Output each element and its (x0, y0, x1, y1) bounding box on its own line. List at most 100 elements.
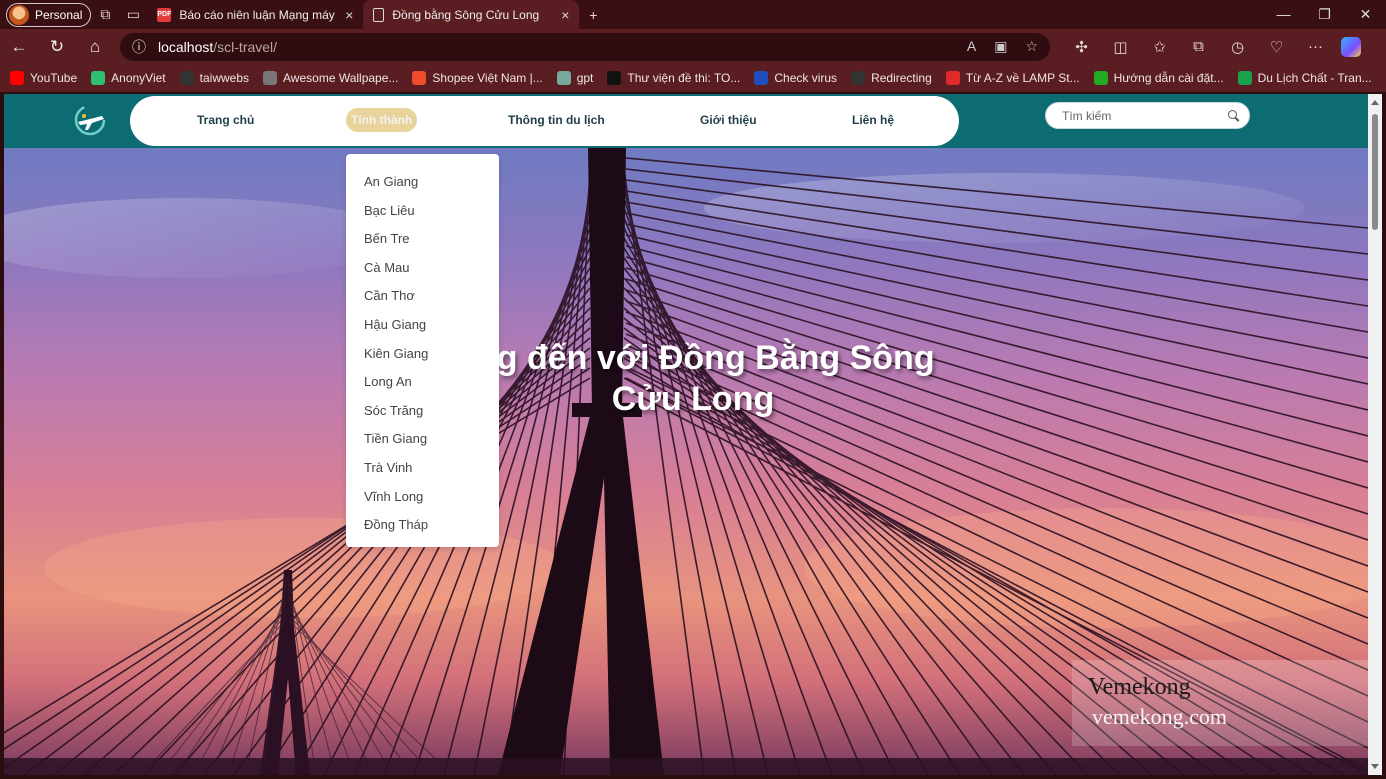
bookmark-label: Redirecting (871, 71, 932, 85)
scroll-down-icon[interactable] (1371, 764, 1379, 769)
hero-title-line1: ững đến với Đồng Bằng Sông (451, 339, 935, 377)
bookmark-label: YouTube (30, 71, 78, 85)
province-item[interactable]: Bạc Liêu (346, 197, 499, 226)
province-item[interactable]: Long An (346, 368, 499, 397)
minimize-icon[interactable]: — (1263, 6, 1304, 23)
favorites-icon[interactable]: ✩ (1140, 38, 1179, 56)
bookmark-item[interactable]: Awesome Wallpape... (263, 71, 398, 85)
bookmark-favicon-icon (263, 71, 278, 85)
bookmark-label: AnonyViet (111, 71, 166, 85)
tab-title: Đồng bằng Sông Cửu Long (392, 7, 540, 22)
bookmark-favicon-icon (607, 71, 622, 85)
bookmark-favicon-icon (1093, 71, 1108, 85)
bookmark-item[interactable]: AnonyViet (91, 71, 166, 85)
refresh-icon[interactable]: ↻ (38, 32, 76, 62)
bookmark-item[interactable]: Từ A-Z về LAMP St... (945, 71, 1080, 85)
copilot-icon[interactable] (1341, 36, 1361, 57)
read-aloud-icon[interactable]: A (967, 38, 976, 55)
favorite-star-icon[interactable]: ☆ (1025, 38, 1038, 55)
plane-logo-icon[interactable] (72, 102, 108, 138)
close-icon[interactable]: × (345, 7, 353, 23)
extensions-icon[interactable]: ✣ (1062, 38, 1101, 56)
bookmark-favicon-icon (556, 71, 571, 85)
scrollbar-thumb[interactable] (1372, 114, 1378, 230)
bookmark-label: Shopee Việt Nam |... (432, 71, 543, 85)
bookmark-favicon-icon (851, 71, 866, 85)
bookmark-favicon-icon (945, 71, 960, 85)
search-icon[interactable] (1228, 110, 1239, 121)
search-input[interactable] (1062, 108, 1222, 123)
tab-scl-travel[interactable]: Đồng bằng Sông Cửu Long × (363, 0, 580, 29)
back-icon[interactable]: ← (0, 32, 38, 62)
bookmark-item[interactable]: Thư viện đề thi: TO... (607, 71, 740, 85)
bookmark-favicon-icon (412, 71, 427, 85)
bookmark-item[interactable]: Shopee Việt Nam |... (412, 71, 543, 85)
hero-title: ững đến với Đồng Bằng Sông Cửu Long (4, 338, 1368, 420)
nav-home[interactable]: Trang chủ (197, 113, 254, 127)
province-item[interactable]: Kiên Giang (346, 340, 499, 369)
tab-report[interactable]: PDF Báo cáo niên luận Mạng máy tính × (147, 0, 363, 29)
more-menu-icon[interactable]: ··· (1296, 38, 1335, 56)
profile-label: Personal (35, 7, 83, 22)
bookmark-label: Thư viện đề thi: TO... (627, 71, 741, 85)
split-screen-icon[interactable]: ◫ (1101, 38, 1140, 56)
bookmark-favicon-icon (754, 71, 769, 85)
page-scrollbar[interactable] (1368, 94, 1382, 775)
bookmark-label: taiwwebs (199, 71, 250, 85)
tab-actions-icon[interactable]: ▭ (119, 3, 147, 27)
bookmark-favicon-icon (1237, 71, 1252, 85)
province-item[interactable]: Cần Thơ (346, 282, 499, 311)
restore-icon[interactable]: ❐ (1304, 6, 1345, 23)
browser-toolbar: ← ↻ ⌂ ⓘ localhost/scl-travel/ A ▣ ☆ ✣ ◫ … (0, 29, 1386, 64)
hero-title-line2: Cửu Long (611, 380, 775, 418)
new-tab-button[interactable]: + (579, 3, 607, 27)
bookmark-label: Check virus (774, 71, 838, 85)
bookmark-label: Awesome Wallpape... (283, 71, 399, 85)
nav-about[interactable]: Giới thiệu (700, 113, 757, 127)
site-header: Trang chủ Tỉnh thành Thông tin du lịch G… (4, 94, 1368, 148)
info-icon[interactable]: ⓘ (132, 37, 146, 57)
bookmark-item[interactable]: taiwwebs (179, 71, 250, 85)
page-icon (373, 7, 385, 22)
province-item[interactable]: Bến Tre (346, 225, 499, 254)
provinces-dropdown: An Giang Bạc Liêu Bến Tre Cà Mau Cần Thơ Hậu … (346, 154, 499, 547)
history-icon[interactable]: ◷ (1218, 38, 1257, 56)
scroll-up-icon[interactable] (1371, 100, 1379, 105)
bookmark-item[interactable]: Du Lịch Chất - Tran... (1237, 71, 1372, 85)
province-item[interactable]: Hậu Giang (346, 311, 499, 340)
immersive-reader-icon[interactable]: ▣ (994, 38, 1007, 55)
province-item[interactable]: Tiền Giang (346, 425, 499, 454)
nav-provinces[interactable]: Tỉnh thành (346, 108, 418, 132)
bookmark-label: Du Lịch Chất - Tran... (1257, 71, 1372, 85)
tab-bar: Personal ⧉ ▭ PDF Báo cáo niên luận Mạng … (0, 0, 1386, 29)
profile-button[interactable]: Personal (6, 2, 92, 27)
province-item[interactable]: Sóc Trăng (346, 397, 499, 426)
page-viewport: ững đến với Đồng Bằng Sông Cửu Long Veme… (4, 94, 1368, 775)
nav-travel-info[interactable]: Thông tin du lịch (508, 113, 605, 127)
bookmark-item[interactable]: YouTube (10, 71, 77, 85)
close-window-icon[interactable]: ✕ (1345, 6, 1386, 23)
watermark: Vemekong vemekong.com (1072, 660, 1368, 746)
collections-icon[interactable]: ⧉ (1179, 38, 1218, 56)
province-item[interactable]: Vĩnh Long (346, 483, 499, 512)
bookmark-item[interactable]: gpt (556, 71, 593, 85)
url-host: localhost (158, 38, 214, 55)
watermark-brand: Vemekong (1088, 674, 1191, 700)
main-nav: Trang chủ Tỉnh thành Thông tin du lịch G… (130, 96, 959, 146)
province-item[interactable]: An Giang (346, 168, 499, 197)
hero-banner: ững đến với Đồng Bằng Sông Cửu Long Veme… (4, 148, 1368, 775)
bookmark-favicon-icon (91, 71, 106, 85)
close-icon[interactable]: × (561, 7, 569, 23)
province-item[interactable]: Đồng Tháp (346, 511, 499, 540)
nav-contact[interactable]: Liên hệ (852, 113, 894, 127)
browser-essentials-icon[interactable]: ♡ (1257, 38, 1296, 56)
home-icon[interactable]: ⌂ (76, 32, 114, 62)
address-bar[interactable]: ⓘ localhost/scl-travel/ A ▣ ☆ (120, 32, 1050, 61)
bookmark-item[interactable]: Hướng dẫn cài đặt... (1093, 71, 1224, 85)
workspaces-icon[interactable]: ⧉ (91, 3, 119, 27)
bookmark-item[interactable]: Redirecting (851, 71, 932, 85)
province-item[interactable]: Trà Vinh (346, 454, 499, 483)
bookmark-item[interactable]: Check virus (754, 71, 837, 85)
tab-title: Báo cáo niên luận Mạng máy tính (179, 7, 337, 22)
province-item[interactable]: Cà Mau (346, 254, 499, 283)
